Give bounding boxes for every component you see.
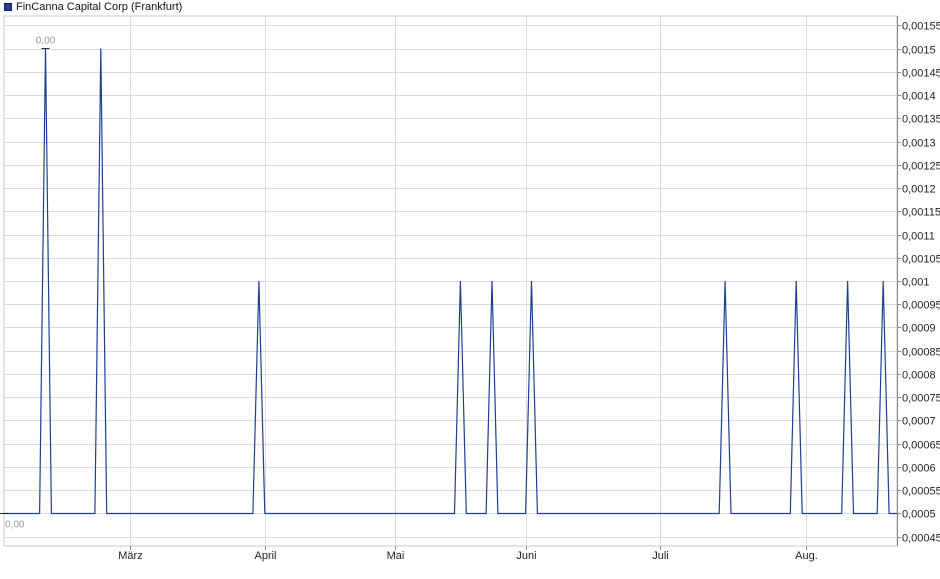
y-tick-label: 0,0007 bbox=[902, 416, 936, 428]
y-tick-label: 0,0011 bbox=[902, 231, 935, 243]
y-tick-label: 0,0008 bbox=[902, 370, 936, 382]
x-tick-label: Juli bbox=[652, 550, 669, 562]
y-tick-label: 0,0006 bbox=[902, 463, 936, 475]
x-tick-label: Juni bbox=[516, 550, 536, 562]
x-tick-label: April bbox=[254, 550, 276, 562]
y-tick-label: 0,0013 bbox=[902, 138, 936, 150]
x-tick-label: Mai bbox=[387, 550, 405, 562]
y-tick-label: 0,0012 bbox=[902, 184, 936, 196]
y-tick-label: 0,00045 bbox=[902, 533, 940, 545]
y-tick-label: 0,00105 bbox=[902, 254, 940, 266]
y-tick-label: 0,0014 bbox=[902, 91, 936, 103]
y-tick-label: 0,00085 bbox=[902, 347, 940, 359]
annotation-label: 0,00 bbox=[36, 36, 56, 47]
y-tick-label: 0,00065 bbox=[902, 440, 940, 452]
x-tick-label: März bbox=[118, 550, 142, 562]
y-tick-label: 0,00075 bbox=[902, 393, 940, 405]
y-tick-label: 0,00155 bbox=[902, 21, 940, 33]
y-tick-label: 0,00055 bbox=[902, 486, 940, 498]
y-tick-label: 0,0009 bbox=[902, 323, 936, 335]
y-tick-label: 0,00125 bbox=[902, 161, 940, 173]
y-tick-label: 0,00115 bbox=[902, 207, 940, 219]
y-tick-label: 0,00145 bbox=[902, 68, 940, 80]
y-tick-label: 0,00135 bbox=[902, 114, 940, 126]
y-tick-label: 0,0005 bbox=[902, 509, 936, 521]
y-tick-label: 0,0015 bbox=[902, 45, 936, 57]
price-chart: 0,00045 0,0005 0,00055 0,0006 0,00065 0,0007 0… bbox=[0, 15, 940, 562]
x-tick-label: Aug. bbox=[795, 550, 818, 562]
y-tick-label: 0,001 bbox=[902, 277, 930, 289]
annotation-label: 0,00 bbox=[5, 519, 25, 530]
y-tick-label: 0,00095 bbox=[902, 300, 940, 312]
